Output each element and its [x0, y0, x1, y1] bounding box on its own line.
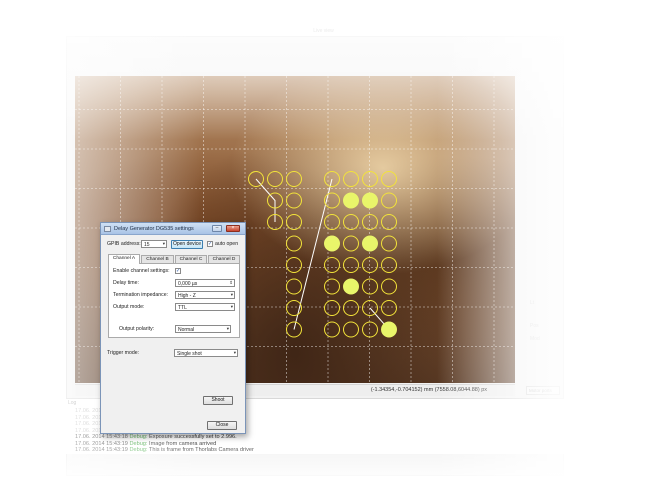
log-message: This is frame from Thorlabs Camera drive… — [147, 447, 254, 453]
window-app-icon — [104, 225, 111, 232]
scan-point[interactable] — [381, 278, 397, 295]
scan-point-selected[interactable] — [343, 192, 359, 209]
tab-channel-b[interactable]: Channel B — [141, 255, 174, 263]
tab-channel-c[interactable]: Channel C — [175, 255, 207, 263]
output-mode-select[interactable]: TTL ▾ — [175, 303, 235, 311]
scan-point[interactable] — [343, 171, 359, 187]
scan-point[interactable] — [324, 321, 340, 338]
trigger-mode-select[interactable]: Single shot ▾ — [174, 349, 238, 357]
shoot-button[interactable]: Shoot — [203, 396, 233, 405]
log-message: Exposure successfully set to 2.996. — [147, 434, 237, 440]
motor-ports-button[interactable]: Motor ports — [526, 386, 560, 395]
scan-point[interactable] — [362, 278, 378, 295]
scan-point[interactable] — [343, 321, 359, 338]
gpib-address-select[interactable]: 15 ▾ — [141, 240, 167, 248]
log-time: 17.06. 2014 15:43:19 — [75, 440, 130, 447]
log-time: 17.06. 2014 15:43:19 — [75, 447, 130, 453]
side-panel-label-1: Lt — [530, 300, 535, 306]
scan-point[interactable] — [286, 171, 302, 187]
delay-time-input[interactable]: 0,000 µs ⇕ — [175, 279, 235, 287]
auto-open-checkbox[interactable]: ✓ — [207, 241, 213, 247]
log-level: Debug: — [129, 440, 148, 447]
enable-channel-label: Enable channel settings: — [113, 268, 170, 274]
scan-point[interactable] — [324, 278, 340, 295]
chevron-down-icon: ▾ — [162, 241, 165, 246]
scan-path — [293, 178, 333, 330]
scan-point-selected[interactable] — [362, 192, 378, 209]
output-mode-label: Output mode: — [113, 304, 145, 310]
log-tab[interactable]: Log — [68, 400, 76, 406]
scan-point[interactable] — [286, 192, 302, 209]
log-line: 17.06. 2014 15:43:19 Debug: This is fram… — [75, 447, 254, 454]
scan-point-selected[interactable] — [343, 278, 359, 295]
scan-point[interactable] — [286, 278, 302, 295]
scan-point[interactable] — [324, 214, 340, 230]
scan-point[interactable] — [381, 235, 397, 252]
scan-point[interactable] — [324, 300, 340, 316]
output-mode-value: TTL — [178, 304, 187, 311]
scan-point[interactable] — [381, 192, 397, 209]
cursor-coordinates: (-1.34354,-0.704152) mm (7558.08,6044.88… — [370, 387, 487, 393]
delay-generator-dialog: Delay Generator DG535 settings – × GPIB … — [100, 222, 246, 434]
chevron-down-icon: ▾ — [230, 304, 233, 309]
scan-point[interactable] — [267, 171, 283, 187]
scan-point[interactable] — [381, 214, 397, 230]
scan-point-selected[interactable] — [324, 235, 340, 252]
scan-point[interactable] — [381, 257, 397, 273]
channel-a-panel: Enable channel settings: ✓ Delay time: 0… — [108, 263, 240, 338]
termination-impedance-label: Termination impedance: — [113, 292, 169, 298]
spin-icon: ⇕ — [229, 280, 233, 285]
enable-channel-checkbox[interactable]: ✓ — [175, 268, 181, 274]
scan-point[interactable] — [343, 235, 359, 252]
scan-point-selected[interactable] — [381, 321, 397, 338]
termination-impedance-value: High - Z — [178, 292, 196, 299]
tab-channel-d[interactable]: Channel D — [208, 255, 240, 263]
scan-point[interactable] — [381, 300, 397, 316]
delay-time-label: Delay time: — [113, 280, 139, 286]
chevron-down-icon: ▾ — [230, 292, 233, 297]
log-time: 17.06. 2014 15:43:18 — [75, 434, 130, 440]
scan-point[interactable] — [362, 257, 378, 273]
scan-point-selected[interactable] — [362, 235, 378, 252]
dialog-title: Delay Generator DG535 settings — [114, 225, 194, 232]
termination-impedance-select[interactable]: High - Z ▾ — [175, 291, 235, 299]
scan-point[interactable] — [343, 214, 359, 230]
output-polarity-label: Output polarity: — [119, 326, 155, 332]
live-view-title: Live view — [313, 28, 334, 34]
open-device-button[interactable]: Open device — [171, 240, 203, 249]
scan-point[interactable] — [286, 257, 302, 273]
side-panel-label-3: Mod — [530, 336, 540, 342]
screenshot-stage: Live view (-1.34354,-0.704152) mm (7558.… — [0, 0, 647, 479]
output-polarity-value: Normal — [178, 326, 195, 333]
log-level: Debug: — [129, 447, 148, 453]
close-icon[interactable]: × — [226, 225, 240, 232]
trigger-mode-label: Trigger mode: — [107, 350, 140, 356]
log-level: Debug: — [129, 434, 148, 440]
scan-point[interactable] — [343, 300, 359, 316]
chevron-down-icon: ▾ — [233, 350, 236, 355]
trigger-mode-value: Single shot — [177, 350, 202, 357]
output-polarity-select[interactable]: Normal ▾ — [175, 325, 231, 333]
scan-point[interactable] — [362, 214, 378, 230]
scan-point[interactable] — [381, 171, 397, 187]
scan-point[interactable] — [286, 214, 302, 230]
side-panel-label-2: Pos — [530, 323, 539, 329]
close-button[interactable]: Close — [207, 421, 237, 430]
auto-open-label: auto open — [215, 241, 239, 247]
scan-point[interactable] — [324, 257, 340, 273]
log-message: Image from camera arrived — [147, 440, 217, 447]
scan-point[interactable] — [362, 321, 378, 338]
chevron-down-icon: ▾ — [226, 326, 229, 331]
gpib-address-label: GPIB address: — [107, 241, 141, 247]
dialog-title-bar[interactable]: Delay Generator DG535 settings – × — [101, 223, 245, 235]
gpib-address-value: 15 — [144, 241, 150, 248]
scan-point[interactable] — [286, 235, 302, 252]
scan-point[interactable] — [343, 257, 359, 273]
scan-point[interactable] — [362, 171, 378, 187]
minimize-icon[interactable]: – — [212, 225, 222, 232]
delay-time-value: 0,000 µs — [178, 280, 198, 287]
tab-channel-a[interactable]: Channel A — [108, 254, 140, 264]
